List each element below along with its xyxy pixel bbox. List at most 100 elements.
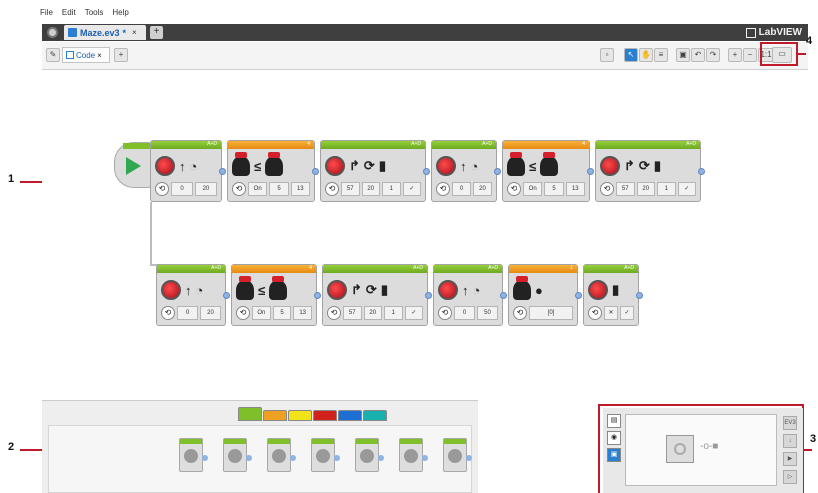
ev3-brick-button[interactable]: EV3 bbox=[783, 416, 797, 430]
port-label[interactable]: A+D bbox=[207, 141, 217, 147]
param-value[interactable]: 5 bbox=[544, 182, 564, 196]
param-value[interactable]: 5 bbox=[269, 182, 289, 196]
port-label[interactable]: A+D bbox=[413, 265, 423, 271]
sequence-connector[interactable] bbox=[575, 292, 582, 299]
param-value[interactable]: 20 bbox=[200, 306, 221, 320]
menu-edit[interactable]: Edit bbox=[62, 8, 76, 22]
move-steering-block[interactable]: A+D ↑ ◔ ⟲ 0 50 bbox=[433, 264, 503, 326]
mode-selector-icon[interactable]: ⟲ bbox=[438, 306, 452, 320]
start-block[interactable] bbox=[114, 142, 152, 188]
mode-selector-icon[interactable]: ⟲ bbox=[325, 182, 339, 196]
download-and-run-button[interactable]: ▶ bbox=[783, 452, 797, 466]
run-selected-button[interactable]: ▷ bbox=[783, 470, 797, 484]
param-value[interactable]: 1 bbox=[657, 182, 676, 196]
wait-block[interactable]: 1 ● ⟲ [0] bbox=[508, 264, 578, 326]
mode-selector-icon[interactable]: ⟲ bbox=[236, 306, 250, 320]
add-program-button[interactable]: + bbox=[114, 48, 128, 62]
param-value[interactable]: ✓ bbox=[620, 306, 634, 320]
palette-block-1[interactable] bbox=[179, 438, 208, 472]
select-pointer-icon[interactable]: ↖ bbox=[624, 48, 638, 62]
sequence-connector[interactable] bbox=[500, 292, 507, 299]
param-value[interactable]: On bbox=[248, 182, 268, 196]
move-steering-block[interactable]: A+D ↑ ◔ ⟲ 0 20 bbox=[150, 140, 222, 202]
param-value[interactable]: On bbox=[523, 182, 543, 196]
param-value[interactable]: 57 bbox=[341, 182, 360, 196]
param-value[interactable]: 20 bbox=[361, 182, 380, 196]
palette-block-6[interactable] bbox=[399, 438, 428, 472]
redo-icon[interactable]: ↷ bbox=[706, 48, 720, 62]
palette-tab-3[interactable] bbox=[288, 410, 312, 421]
param-value[interactable]: 13 bbox=[565, 182, 585, 196]
palette-block-2[interactable] bbox=[223, 438, 252, 472]
sequence-connector[interactable] bbox=[223, 292, 230, 299]
programming-canvas[interactable]: A+D ↑ ◔ ⟲ 0 20 4 ≤ ⟲ On 5 13 A+D ↱ ⟳ ▮ ⟲ 57 20 1 ✓ A+D ↑ ◔ ⟲ 0 20 4… bbox=[42, 72, 804, 388]
mode-selector-icon[interactable]: ⟲ bbox=[507, 182, 521, 196]
param-value[interactable]: ✕ bbox=[604, 306, 618, 320]
param-value[interactable]: 20 bbox=[195, 182, 217, 196]
close-code-tab-icon[interactable]: × bbox=[97, 51, 102, 60]
zoom-out-icon[interactable]: − bbox=[743, 48, 757, 62]
param-value[interactable]: 5 bbox=[272, 306, 292, 320]
palette-tab-1[interactable] bbox=[238, 407, 262, 421]
palette-tab-6[interactable] bbox=[363, 410, 387, 421]
param-value[interactable]: ✓ bbox=[402, 182, 421, 196]
palette-block-5[interactable] bbox=[355, 438, 384, 472]
palette-tab-4[interactable] bbox=[313, 410, 337, 421]
port-label[interactable]: A+D bbox=[211, 265, 221, 271]
save-icon[interactable]: ▣ bbox=[676, 48, 690, 62]
port-label[interactable]: 4 bbox=[309, 265, 312, 271]
menu-tools[interactable]: Tools bbox=[85, 8, 104, 22]
palette-block-7[interactable] bbox=[443, 438, 472, 472]
param-value[interactable]: 20 bbox=[636, 182, 655, 196]
sequence-connector[interactable] bbox=[698, 168, 705, 175]
param-value[interactable]: 20 bbox=[473, 182, 492, 196]
mode-selector-icon[interactable]: ⟲ bbox=[232, 182, 246, 196]
wait-block[interactable]: 4 ≤ ⟲ On 5 13 bbox=[502, 140, 590, 202]
move-steering-block[interactable]: A+D ↱ ⟳ ▮ ⟲ 57 20 1 ✓ bbox=[320, 140, 426, 202]
play-icon[interactable] bbox=[126, 157, 141, 175]
param-value[interactable]: 57 bbox=[343, 306, 362, 320]
param-value[interactable]: 57 bbox=[616, 182, 635, 196]
add-project-button[interactable]: + bbox=[150, 26, 163, 39]
sequence-connector[interactable] bbox=[494, 168, 501, 175]
port-view-tab-icon[interactable]: ◉ bbox=[607, 431, 621, 445]
code-tab[interactable]: Code × bbox=[62, 47, 110, 63]
port-label[interactable]: A+D bbox=[686, 141, 696, 147]
menu-help[interactable]: Help bbox=[112, 8, 128, 22]
sequence-connector[interactable] bbox=[314, 292, 321, 299]
mode-selector-icon[interactable]: ⟲ bbox=[588, 306, 602, 320]
wait-block[interactable]: 4 ≤ ⟲ On 5 13 bbox=[231, 264, 317, 326]
undo-icon[interactable]: ↶ bbox=[691, 48, 705, 62]
port-label[interactable]: 4 bbox=[582, 141, 585, 147]
sequence-connector[interactable] bbox=[219, 168, 226, 175]
zoom-in-icon[interactable]: + bbox=[728, 48, 742, 62]
move-steering-block[interactable]: A+D ↑ ◔ ⟲ 0 20 bbox=[156, 264, 226, 326]
port-label[interactable]: A+D bbox=[482, 141, 492, 147]
sequence-connector[interactable] bbox=[587, 168, 594, 175]
move-steering-block[interactable]: A+D ↱ ⟳ ▮ ⟲ 57 20 1 ✓ bbox=[595, 140, 701, 202]
port-label[interactable]: A+D bbox=[488, 265, 498, 271]
param-value[interactable]: 1 bbox=[382, 182, 401, 196]
move-steering-block[interactable]: A+D ↱ ⟳ ▮ ⟲ 57 20 1 ✓ bbox=[322, 264, 428, 326]
param-value[interactable]: 50 bbox=[477, 306, 498, 320]
mode-selector-icon[interactable]: ⟲ bbox=[161, 306, 175, 320]
palette-tab-5[interactable] bbox=[338, 410, 362, 421]
mode-selector-icon[interactable]: ⟲ bbox=[327, 306, 341, 320]
port-label[interactable]: 4 bbox=[307, 141, 310, 147]
param-value[interactable]: On bbox=[252, 306, 271, 320]
wait-block[interactable]: 4 ≤ ⟲ On 5 13 bbox=[227, 140, 315, 202]
sequence-connector[interactable] bbox=[312, 168, 319, 175]
palette-block-3[interactable] bbox=[267, 438, 296, 472]
mode-selector-icon[interactable]: ⟲ bbox=[513, 306, 527, 320]
sequence-connector[interactable] bbox=[425, 292, 432, 299]
download-button[interactable]: ↓ bbox=[783, 434, 797, 448]
project-tab[interactable]: Maze.ev3 * × bbox=[64, 25, 146, 40]
param-value[interactable]: 1 bbox=[384, 306, 403, 320]
close-project-icon[interactable]: × bbox=[132, 28, 137, 37]
param-value[interactable]: 0 bbox=[454, 306, 475, 320]
param-value[interactable]: 13 bbox=[290, 182, 310, 196]
brick-info-tab-icon[interactable]: ▤ bbox=[607, 414, 621, 428]
move-steering-block[interactable]: A+D ↑ ◔ ⟲ 0 20 bbox=[431, 140, 497, 202]
menu-file[interactable]: File bbox=[40, 8, 53, 22]
param-value[interactable]: 20 bbox=[363, 306, 382, 320]
